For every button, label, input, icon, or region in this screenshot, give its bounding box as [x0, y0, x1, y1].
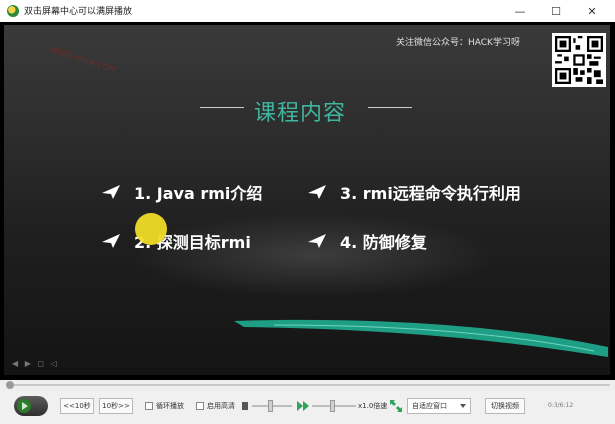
title-bar: 双击屏幕中心可以满屏播放 — ☐ ✕	[0, 0, 615, 22]
follow-text: 关注微信公众号：HACK学习呀	[396, 38, 520, 48]
watermark: WWW.HACK.COM	[48, 44, 117, 75]
maximize-button[interactable]: ☐	[538, 0, 574, 22]
speed-slider-handle[interactable]	[330, 400, 335, 412]
arrow-icon	[308, 234, 326, 248]
speed-label: x1.0倍速	[358, 402, 388, 410]
video-area[interactable]: WWW.HACK.COM 关注微信公众号：HACK学习呀 课程内容 1. Jav…	[0, 22, 615, 380]
arrow-icon	[102, 185, 120, 199]
embedded-player-controls: ◀ ▶ ◻ ◁	[12, 359, 59, 368]
chevron-down-icon	[460, 404, 466, 408]
slide-frame: WWW.HACK.COM 关注微信公众号：HACK学习呀 课程内容 1. Jav…	[4, 25, 610, 375]
agenda-item-label: 4. 防御修复	[340, 233, 427, 252]
play-button[interactable]	[14, 396, 48, 416]
play-icon	[17, 399, 31, 413]
loop-label: 循环播放	[156, 402, 184, 410]
rewind-10s-button[interactable]: <<10秒	[60, 398, 94, 414]
arrow-icon	[308, 185, 326, 199]
loop-checkbox[interactable]	[145, 402, 153, 410]
fit-window-select[interactable]: 自适应窗口	[407, 398, 471, 414]
agenda-item-label: 1. Java rmi介绍	[134, 184, 263, 203]
window-title: 双击屏幕中心可以满屏播放	[24, 7, 133, 17]
swoosh-decoration	[234, 319, 608, 357]
speed-icon	[297, 401, 309, 411]
seek-handle[interactable]	[6, 381, 14, 389]
qr-code-icon	[555, 36, 603, 84]
cursor-highlight	[135, 213, 167, 245]
control-bar: <<10秒 10秒>> 循环播放 启用高清 x1.0倍速 自适应窗口 切换视频 …	[0, 390, 615, 424]
hd-label: 启用高清	[207, 402, 235, 410]
slide-heading: 课程内容	[254, 101, 347, 126]
seek-bar[interactable]	[0, 380, 615, 390]
heading-rule-left	[200, 107, 244, 108]
agenda-item-1: 1. Java rmi介绍	[102, 180, 262, 204]
agenda-item-4: 4. 防御修复	[308, 229, 427, 253]
agenda-item-label: 3. rmi远程命令执行利用	[340, 184, 521, 203]
agenda-item-3: 3. rmi远程命令执行利用	[308, 180, 521, 204]
seek-track[interactable]	[6, 384, 610, 386]
app-icon	[7, 5, 19, 17]
fit-window-icon	[390, 400, 402, 412]
forward-10s-button[interactable]: 10秒>>	[99, 398, 133, 414]
hd-checkbox[interactable]	[196, 402, 204, 410]
switch-video-button[interactable]: 切换视频	[485, 398, 525, 414]
qr-code	[552, 33, 606, 87]
close-button[interactable]: ✕	[574, 0, 610, 22]
heading-rule-right	[368, 107, 412, 108]
playback-time: 0:3/6:12	[548, 402, 574, 409]
arrow-icon	[102, 234, 120, 248]
fit-window-value: 自适应窗口	[412, 402, 447, 410]
minimize-button[interactable]: —	[502, 0, 538, 22]
agenda-item-2: 2. 探测目标rmi	[102, 229, 251, 253]
volume-icon[interactable]	[242, 402, 248, 410]
volume-slider-handle[interactable]	[268, 400, 273, 412]
